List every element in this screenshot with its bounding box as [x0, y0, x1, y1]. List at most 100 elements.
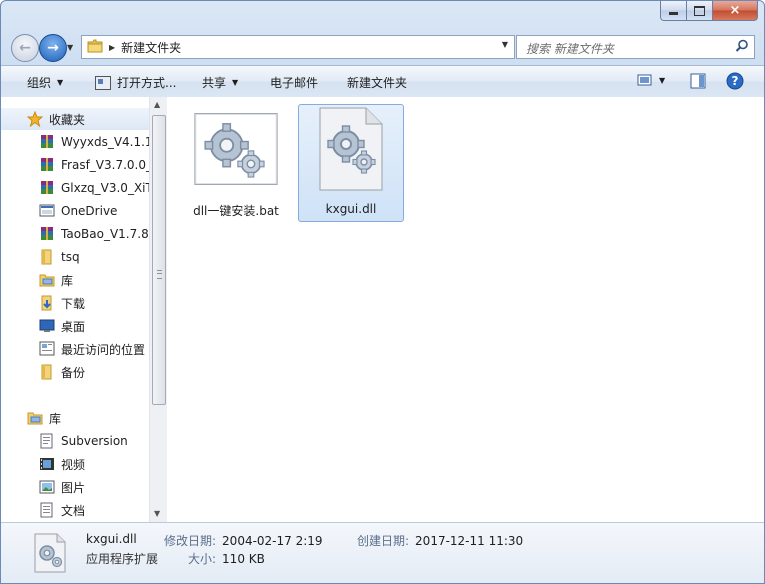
modified-label: 修改日期:: [164, 534, 217, 548]
winrar-archive-icon: [39, 180, 55, 196]
preview-pane-icon: [690, 73, 706, 89]
winrar-archive-icon: [39, 157, 55, 173]
file-name: kxgui.dll: [325, 202, 377, 216]
organize-button[interactable]: 组织 ▼: [27, 74, 63, 91]
sidebar-item-label: tsq: [61, 250, 80, 264]
sidebar-item-onedrive[interactable]: OneDrive: [1, 200, 149, 222]
sidebar-item-taobao[interactable]: TaoBao_V1.7.8.: [1, 223, 149, 245]
new-folder-button[interactable]: 新建文件夹: [347, 74, 407, 91]
created-value: 2017-12-11 11:30: [415, 534, 524, 548]
back-button[interactable]: ←: [11, 34, 39, 62]
sidebar-item-library[interactable]: 库: [1, 269, 149, 291]
sidebar-item-downloads[interactable]: 下载: [1, 292, 149, 314]
file-item-dll[interactable]: kxgui.dll: [298, 104, 404, 222]
share-button[interactable]: 共享 ▼: [202, 74, 238, 91]
sidebar-item-label: 图片: [61, 480, 86, 495]
sidebar-item-label: Wyyxds_V4.1.1.1: [61, 135, 149, 149]
minimize-icon: [669, 12, 678, 15]
content-area: 收藏夹 Wyyxds_V4.1.1.1 Frasf_V3.7.0.0_XiTo …: [1, 97, 764, 522]
file-list: dll一键安装.bat kxgui.dll: [167, 97, 764, 522]
maximize-button[interactable]: [687, 1, 713, 21]
details-filename: kxgui.dll: [86, 532, 137, 546]
navigation-pane: 收藏夹 Wyyxds_V4.1.1.1 Frasf_V3.7.0.0_XiTo …: [1, 97, 149, 522]
sidebar-item-label: 最近访问的位置: [61, 342, 146, 357]
file-item-bat[interactable]: dll一键安装.bat: [183, 104, 289, 222]
scroll-down-icon[interactable]: ▼: [154, 509, 160, 518]
sidebar-item-subversion[interactable]: Subversion: [1, 430, 149, 452]
scroll-up-icon[interactable]: ▲: [154, 100, 160, 109]
star-icon: [27, 111, 43, 127]
sidebar-item-label: 库: [49, 411, 62, 426]
sidebar-item-favorites[interactable]: 收藏夹: [1, 108, 149, 130]
batch-file-gear-icon: [193, 109, 279, 189]
modified-value: 2004-02-17 2:19: [222, 534, 323, 548]
breadcrumb-current-folder[interactable]: 新建文件夹: [121, 39, 181, 56]
search-icon[interactable]: [735, 39, 749, 56]
forward-arrow-icon: →: [47, 40, 59, 56]
folder-icon: [39, 364, 55, 380]
sidebar-item-wyyxds[interactable]: Wyyxds_V4.1.1.1: [1, 131, 149, 153]
view-icon: [637, 74, 652, 86]
close-icon: ×: [729, 3, 741, 18]
pictures-icon: [39, 479, 55, 495]
folder-icon: [87, 39, 103, 56]
sidebar-item-label: OneDrive: [61, 204, 118, 218]
new-folder-label: 新建文件夹: [347, 76, 408, 90]
navigation-pane-scrollbar[interactable]: ▲ ▼: [149, 97, 167, 522]
details-size: 大小: 110 KB: [188, 550, 265, 567]
open-with-button[interactable]: 打开方式...: [95, 74, 176, 91]
explorer-window: × ← → ▼ ▶ 新建文件夹 ▼ ⇆ 搜索 新建文件夹 组织 ▼ 打开方式...…: [0, 0, 765, 584]
email-button[interactable]: 电子邮件: [270, 74, 318, 91]
recent-pages-dropdown-icon[interactable]: ▼: [67, 43, 73, 52]
created-label: 创建日期:: [357, 534, 410, 548]
change-view-button[interactable]: ▼: [637, 73, 665, 87]
maximize-icon: [694, 5, 705, 16]
sidebar-item-frasf[interactable]: Frasf_V3.7.0.0_XiTo: [1, 154, 149, 176]
grip-icon: [157, 270, 162, 279]
sidebar-item-desktop[interactable]: 桌面: [1, 315, 149, 337]
size-value: 110 KB: [222, 552, 265, 566]
sidebar-item-tsq[interactable]: tsq: [1, 246, 149, 268]
sidebar-item-documents[interactable]: 文档: [1, 499, 149, 521]
breadcrumb-chevron-icon[interactable]: ▶: [109, 43, 115, 52]
video-icon: [39, 456, 55, 472]
open-with-icon: [95, 75, 111, 90]
sidebar-item-libraries[interactable]: 库: [1, 407, 149, 429]
close-button[interactable]: ×: [713, 1, 758, 21]
dll-file-gear-icon: [33, 533, 67, 576]
sidebar-item-label: Subversion: [61, 434, 128, 448]
winrar-archive-icon: [39, 226, 55, 242]
help-button[interactable]: ?: [726, 72, 744, 90]
sidebar-item-recent-places[interactable]: 最近访问的位置: [1, 338, 149, 360]
sidebar-item-label: Frasf_V3.7.0.0_XiTo: [61, 158, 149, 172]
address-dropdown-icon[interactable]: ▼: [502, 40, 508, 49]
library-icon: [27, 410, 43, 426]
winrar-archive-icon: [39, 134, 55, 150]
sidebar-item-videos[interactable]: 视频: [1, 453, 149, 475]
address-bar[interactable]: ▶ 新建文件夹 ▼ ⇆: [81, 35, 576, 59]
open-with-label: 打开方式...: [117, 76, 177, 90]
forward-button[interactable]: →: [39, 34, 67, 62]
caption-buttons: ×: [660, 1, 758, 21]
details-pane: kxgui.dll 应用程序扩展 修改日期: 2004-02-17 2:19 大小…: [1, 522, 764, 583]
recent-places-icon: [39, 341, 55, 357]
email-label: 电子邮件: [270, 76, 319, 90]
navigation-bar: ← → ▼ ▶ 新建文件夹 ▼ ⇆ 搜索 新建文件夹: [9, 33, 759, 62]
size-label: 大小:: [188, 552, 217, 566]
dropdown-arrow-icon: ▼: [57, 78, 64, 87]
dll-file-gear-icon: [308, 107, 394, 191]
scrollbar-thumb[interactable]: [152, 115, 166, 405]
preview-pane-button[interactable]: [690, 73, 706, 89]
onedrive-icon: [39, 203, 55, 219]
library-icon: [39, 272, 55, 288]
sidebar-item-label: 桌面: [61, 319, 86, 334]
sidebar-item-backup[interactable]: 备份: [1, 361, 149, 383]
desktop-icon: [39, 318, 55, 334]
sidebar-item-label: 文档: [61, 503, 86, 518]
minimize-button[interactable]: [660, 1, 687, 21]
svg-text:?: ?: [732, 74, 739, 88]
search-box[interactable]: 搜索 新建文件夹: [516, 35, 755, 59]
sidebar-item-pictures[interactable]: 图片: [1, 476, 149, 498]
sidebar-item-glxzq[interactable]: Glxzq_V3.0_XiTo: [1, 177, 149, 199]
file-name: dll一键安装.bat: [193, 204, 279, 218]
